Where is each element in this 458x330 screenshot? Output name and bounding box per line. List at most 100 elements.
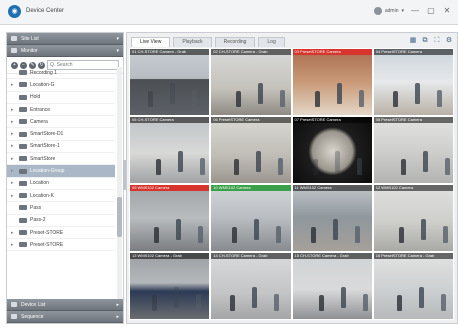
person-figure-icon xyxy=(236,91,242,107)
fullscreen-icon[interactable]: ⛶ xyxy=(433,37,441,45)
tree-item-label: SmartStore-D1 xyxy=(30,131,64,138)
camera-tile[interactable]: 09 WMS102 Camera xyxy=(129,184,211,252)
camera-tile[interactable]: 16 PresetSTORE Camera - Grab xyxy=(372,252,454,320)
person-figure-icon xyxy=(422,151,428,172)
expand-arrow-icon[interactable]: ▸ xyxy=(11,143,16,149)
device-tree: Recording 1 ▸ Location-G Hold ▸ Entrance ▸ Came… xyxy=(7,67,115,252)
person-figure-icon xyxy=(230,295,236,311)
person-figure-icon xyxy=(252,287,258,308)
tree-item[interactable]: ▸ Preset-STORE xyxy=(7,239,115,252)
sidebar-bottom-sections: Device List ▸ Sequence ▸ xyxy=(7,299,123,323)
sequence-icon[interactable]: ⧉ xyxy=(421,37,429,45)
tree-item[interactable]: Hold xyxy=(7,92,115,104)
camera-icon xyxy=(19,119,27,125)
monitor-header[interactable]: Monitor ▾ xyxy=(7,45,123,57)
camera-icon xyxy=(19,70,27,76)
camera-icon xyxy=(19,82,27,88)
sidebar-section-header[interactable]: Device List ▸ xyxy=(7,299,123,311)
tree-item-label: Location-G xyxy=(30,81,55,88)
tree-item[interactable]: ▸ Preset-STORE xyxy=(7,227,115,240)
person-figure-icon xyxy=(258,83,264,104)
camera-icon xyxy=(19,180,27,186)
tree-item[interactable]: ▸ Location-Group xyxy=(7,165,115,178)
camera-tile[interactable]: 06 PresetSTORE Camera xyxy=(210,116,292,184)
camera-tile[interactable]: 05 CH-STORE Camera xyxy=(129,116,211,184)
tree-item[interactable]: ▸ Entrance xyxy=(7,104,115,117)
camera-tile[interactable]: 08 PresetSTORE Camera xyxy=(372,116,454,184)
expand-arrow-icon[interactable]: ▸ xyxy=(11,242,16,248)
camera-tile[interactable]: 04 PresetSTORE Camera xyxy=(372,48,454,116)
user-name: admin xyxy=(384,8,399,14)
person-figure-icon xyxy=(234,159,240,175)
camera-tile[interactable]: 13 WMS102 Camera - Grab xyxy=(129,252,211,320)
site-icon xyxy=(11,36,17,41)
close-button[interactable]: ✕ xyxy=(442,6,452,16)
app-title: Device Center xyxy=(26,8,65,14)
tree-item[interactable]: ▸ SmartStore-1 xyxy=(7,141,115,154)
expand-arrow-icon[interactable]: ▸ xyxy=(11,156,16,162)
tree-item[interactable]: Pass-2 xyxy=(7,215,115,227)
chevron-right-icon: ▸ xyxy=(116,301,119,308)
expand-arrow-icon[interactable]: ▸ xyxy=(11,193,16,199)
person-figure-icon xyxy=(170,83,175,104)
expand-arrow-icon[interactable]: ▸ xyxy=(11,180,16,186)
camera-tile[interactable]: 10 WMS102 Camera xyxy=(210,184,292,252)
camera-caption: 12 WMS102 Camera xyxy=(373,185,453,191)
person-figure-icon xyxy=(312,159,318,175)
person-figure-icon xyxy=(154,227,159,243)
expand-arrow-icon[interactable]: ▸ xyxy=(11,131,16,137)
expand-arrow-icon[interactable]: ▸ xyxy=(11,168,16,174)
expand-arrow-icon[interactable]: ▸ xyxy=(11,119,16,125)
camera-tile[interactable]: 02 CH-STORE Camera - Grab xyxy=(210,48,292,116)
tree-item[interactable]: ▸ Camera xyxy=(7,116,115,129)
person-figure-icon xyxy=(444,158,450,175)
tree-item[interactable]: ▸ Location-G xyxy=(7,79,115,92)
camera-tile[interactable]: 15 CH-STORE Camera - Grab xyxy=(291,252,373,320)
settings-icon[interactable]: ⚙ xyxy=(445,37,453,45)
camera-tile[interactable]: 11 WMS102 Camera xyxy=(291,184,373,252)
tab-recording[interactable]: Recording xyxy=(214,37,256,47)
minimize-button[interactable]: — xyxy=(410,6,420,16)
tree-item-label: Pass xyxy=(30,204,42,211)
camera-icon xyxy=(19,156,27,162)
camera-icon xyxy=(19,193,27,199)
expand-arrow-icon[interactable]: ▸ xyxy=(11,107,16,113)
camera-tile[interactable]: 03 PresetSTORE Camera xyxy=(291,48,373,116)
layout-icon[interactable]: ▦ xyxy=(409,37,417,45)
person-figure-icon xyxy=(232,227,238,243)
tree-item[interactable]: ▸ Location-K xyxy=(7,190,115,203)
tab-live-view[interactable]: Live View xyxy=(131,37,171,47)
person-figure-icon xyxy=(332,219,338,240)
expand-arrow-icon[interactable]: ▸ xyxy=(11,230,16,236)
person-figure-icon xyxy=(192,90,197,107)
view-toolbar: ▦ ⧉ ⛶ ⚙ xyxy=(409,37,453,45)
tree-item[interactable]: ▸ Location xyxy=(7,178,115,190)
scrollbar-thumb[interactable] xyxy=(117,197,122,237)
sidebar-section-header[interactable]: Sequence ▸ xyxy=(7,311,123,323)
restore-button[interactable]: ▢ xyxy=(426,6,436,16)
person-figure-icon xyxy=(362,294,368,311)
camera-caption: 07 PresetSTORE Camera xyxy=(292,117,372,123)
camera-tile[interactable]: 14 CH-STORE Camera - Grab xyxy=(210,252,292,320)
person-figure-icon xyxy=(442,226,448,243)
user-menu[interactable]: admin ▾ xyxy=(373,7,404,15)
camera-icon xyxy=(19,168,27,174)
site-list-header[interactable]: Site List ▾ xyxy=(7,33,123,45)
camera-tile[interactable]: 01 CH-STORE Camera - Grab xyxy=(129,48,211,116)
camera-caption: 15 CH-STORE Camera - Grab xyxy=(292,253,372,259)
tree-item[interactable]: ▸ SmartStore-D1 xyxy=(7,128,115,141)
camera-grid: 01 CH-STORE Camera - Grab 02 CH-STORE Cam… xyxy=(129,48,454,320)
tab-playback[interactable]: Playback xyxy=(173,37,212,47)
tree-item[interactable]: Recording 1 xyxy=(7,67,115,80)
tree-item-label: Location-Group xyxy=(30,168,65,175)
site-list-label: Site List xyxy=(21,35,39,42)
tab-log[interactable]: Log xyxy=(258,37,285,47)
tree-item[interactable]: ▸ SmartStore xyxy=(7,153,115,166)
tree-scrollbar[interactable] xyxy=(117,67,122,299)
person-figure-icon xyxy=(256,151,262,172)
camera-tile[interactable]: 12 WMS102 Camera xyxy=(372,184,454,252)
camera-tile[interactable]: 07 PresetSTORE Camera xyxy=(291,116,373,184)
expand-arrow-icon[interactable]: ▸ xyxy=(11,82,16,88)
tree-item[interactable]: Pass xyxy=(7,202,115,215)
sidebar-section-label: Sequence xyxy=(21,313,44,320)
